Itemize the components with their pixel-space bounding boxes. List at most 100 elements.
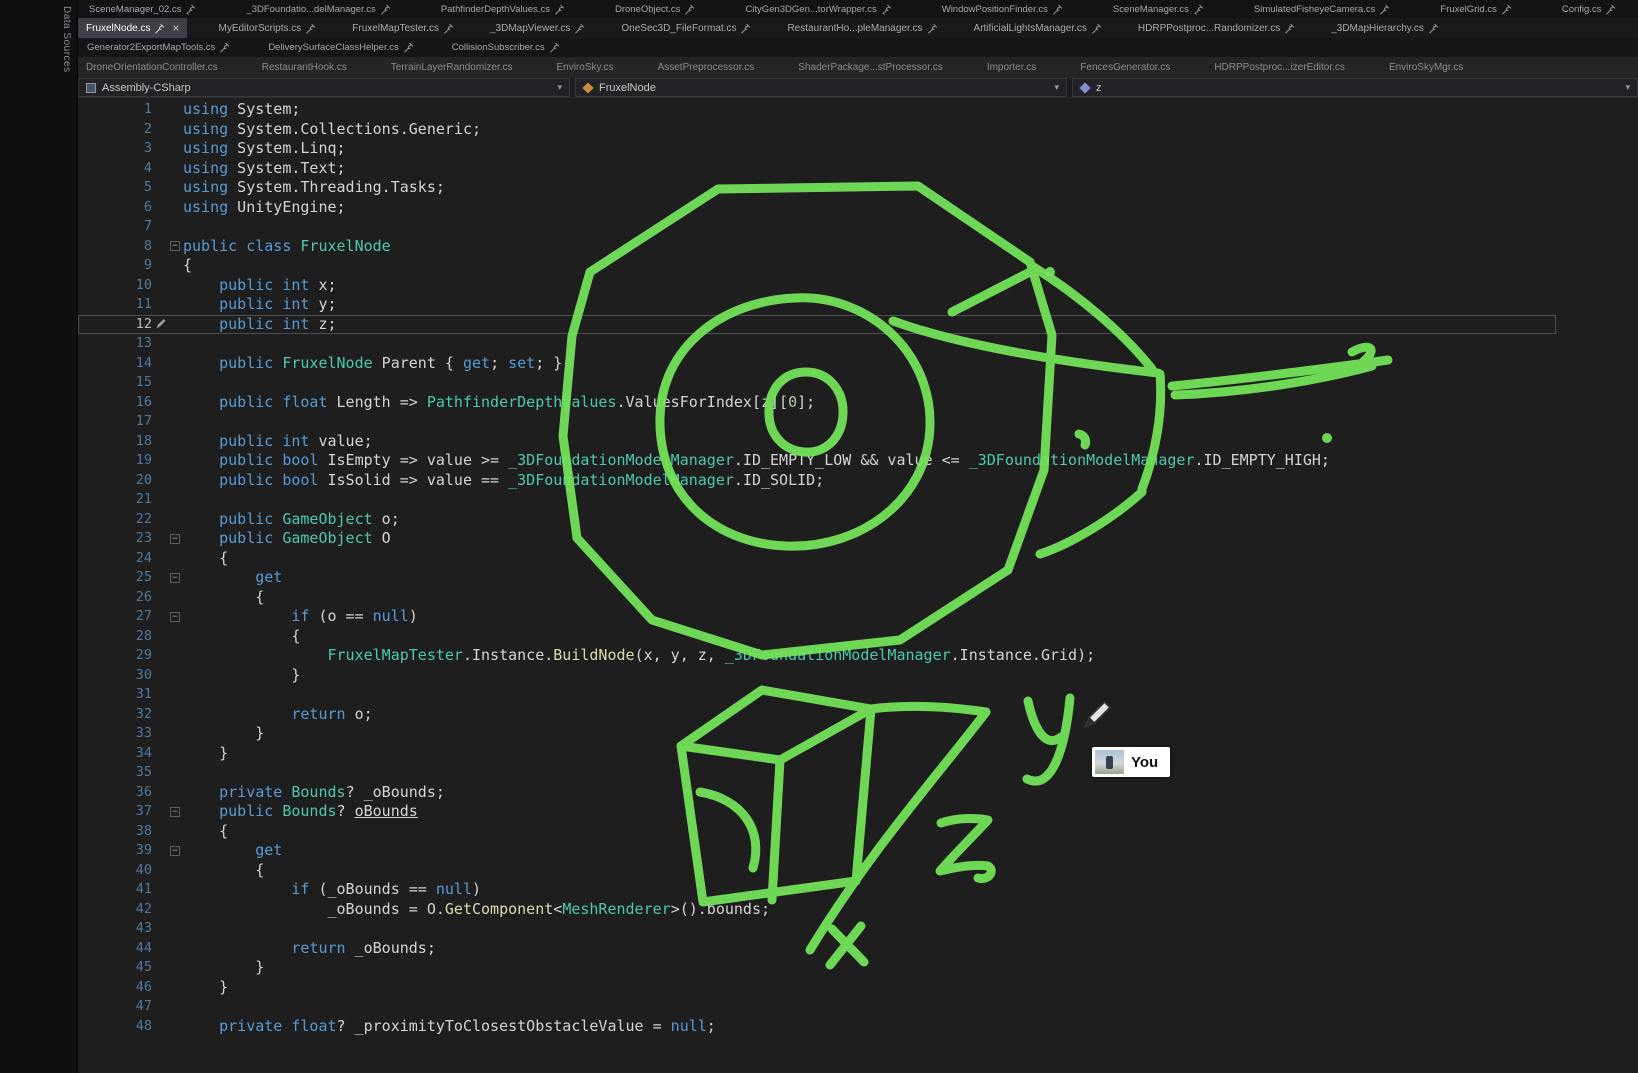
pin-icon[interactable] [1428, 23, 1439, 34]
editor-tab[interactable]: FruxelGrid.cs [1435, 0, 1516, 18]
code-line[interactable]: 41 if (_oBounds == null) [78, 880, 1638, 900]
editor-tab[interactable]: ArtificialLightsManager.cs [969, 18, 1107, 38]
editor-tab[interactable]: RestaurantHo...pleManager.cs [782, 18, 942, 38]
editor-tab[interactable]: SceneManager.cs [1108, 0, 1209, 18]
code-line[interactable]: 38 { [78, 822, 1638, 842]
pin-icon[interactable] [403, 42, 414, 53]
editor-tab[interactable]: HDRPPostproc...Randomizer.cs [1133, 18, 1300, 38]
code-line[interactable]: 26 { [78, 588, 1638, 608]
pin-icon[interactable] [380, 4, 391, 15]
code-line[interactable]: 1using System; [78, 100, 1638, 120]
pin-icon[interactable] [1605, 4, 1616, 15]
fold-toggle-icon[interactable]: − [170, 846, 180, 856]
pin-icon[interactable] [219, 42, 230, 53]
editor-tab[interactable]: SimulatedFisheyeCamera.cs [1249, 0, 1395, 18]
code-line[interactable]: 47 [78, 997, 1638, 1017]
code-line[interactable]: 37− public Bounds? oBounds [78, 802, 1638, 822]
code-line[interactable]: 14 public FruxelNode Parent { get; set; … [78, 354, 1638, 374]
pin-icon[interactable] [1193, 4, 1204, 15]
pin-icon[interactable] [881, 4, 892, 15]
code-line[interactable]: 17 [78, 412, 1638, 432]
fold-toggle-icon[interactable]: − [170, 612, 180, 622]
code-line[interactable]: 23− public GameObject O [78, 529, 1638, 549]
editor-tab[interactable]: DeliverySurfaceClassHelper.cs [263, 38, 418, 57]
close-icon[interactable]: × [172, 22, 179, 34]
editor-tab[interactable]: DroneObject.cs [610, 0, 700, 18]
code-line[interactable]: 15 [78, 373, 1638, 393]
code-line[interactable]: 28 { [78, 627, 1638, 647]
pin-icon[interactable] [740, 23, 751, 34]
editor-tab[interactable]: Config.cs [1557, 0, 1622, 18]
code-line[interactable]: 16 public float Length => PathfinderDept… [78, 393, 1638, 413]
pin-icon[interactable] [574, 23, 585, 34]
code-line[interactable]: 13 [78, 334, 1638, 354]
editor-tab[interactable]: OneSec3D_FileFormat.cs [616, 18, 756, 38]
editor-tab[interactable]: CollisionSubscriber.cs [447, 38, 565, 57]
code-line[interactable]: 27− if (o == null) [78, 607, 1638, 627]
code-line[interactable]: 44 return _oBounds; [78, 939, 1638, 959]
document-tab[interactable]: EnviroSkyMgr.cs [1389, 62, 1463, 73]
fold-toggle-icon[interactable]: − [170, 241, 180, 251]
code-line[interactable]: 31 [78, 685, 1638, 705]
editor-tab[interactable]: _3DMapHierarchy.cs [1326, 18, 1444, 38]
code-line[interactable]: 42 _oBounds = O.GetComponent<MeshRendere… [78, 900, 1638, 920]
code-line[interactable]: 18 public int value; [78, 432, 1638, 452]
document-tab[interactable]: DroneOrientationController.cs [86, 62, 218, 73]
code-line[interactable]: 33 } [78, 724, 1638, 744]
document-tab[interactable]: ShaderPackage...stProcessor.cs [798, 62, 943, 73]
code-line[interactable]: 45 } [78, 958, 1638, 978]
editor-tab[interactable]: _3DMapViewer.cs [485, 18, 590, 38]
code-line[interactable]: 7 [78, 217, 1638, 237]
fold-toggle-icon[interactable]: − [170, 573, 180, 583]
code-editor[interactable]: 1using System;2using System.Collections.… [78, 98, 1638, 1073]
pin-icon[interactable] [549, 42, 560, 53]
code-line[interactable]: 35 [78, 763, 1638, 783]
pin-icon[interactable] [443, 23, 454, 34]
code-line[interactable]: 11 public int y; [78, 295, 1638, 315]
type-dropdown[interactable]: FruxelNode ▾ [575, 78, 1067, 97]
code-line[interactable]: 9{ [78, 256, 1638, 276]
code-line[interactable]: 2using System.Collections.Generic; [78, 120, 1638, 140]
data-sources-panel-tab[interactable]: Data Sources [61, 6, 72, 73]
pin-icon[interactable] [554, 4, 565, 15]
code-line[interactable]: 48 private float? _proximityToClosestObs… [78, 1017, 1638, 1037]
pin-icon[interactable] [1501, 4, 1512, 15]
editor-tab[interactable]: _3DFoundatio...delManager.cs [241, 0, 395, 18]
code-line[interactable]: 12 public int z; [78, 315, 1556, 335]
document-tab[interactable]: EnviroSky.cs [557, 62, 614, 73]
editor-tab[interactable]: FruxelNode.cs × [78, 18, 187, 38]
editor-tab[interactable]: SceneManager_02.cs [84, 0, 201, 18]
editor-tab[interactable]: WindowPositionFinder.cs [937, 0, 1068, 18]
code-line[interactable]: 4using System.Text; [78, 159, 1638, 179]
pin-icon[interactable] [1091, 23, 1102, 34]
code-line[interactable]: 8−public class FruxelNode [78, 237, 1638, 257]
pin-icon[interactable] [305, 23, 316, 34]
project-dropdown[interactable]: Assembly-CSharp ▾ [78, 78, 570, 97]
code-line[interactable]: 21 [78, 490, 1638, 510]
document-tab[interactable]: RestaurantHook.cs [262, 62, 347, 73]
code-line[interactable]: 24 { [78, 549, 1638, 569]
editor-tab[interactable]: PathfinderDepthValues.cs [436, 0, 570, 18]
code-line[interactable]: 19 public bool IsEmpty => value >= _3DFo… [78, 451, 1638, 471]
code-line[interactable]: 39− get [78, 841, 1638, 861]
document-tab[interactable]: TerrainLayerRandomizer.cs [391, 62, 513, 73]
editor-tab[interactable]: MyEditorScripts.cs [213, 18, 321, 38]
fold-toggle-icon[interactable]: − [170, 807, 180, 817]
code-line[interactable]: 40 { [78, 861, 1638, 881]
code-line[interactable]: 25− get [78, 568, 1638, 588]
code-line[interactable]: 6using UnityEngine; [78, 198, 1638, 218]
document-tab[interactable]: FencesGenerator.cs [1080, 62, 1170, 73]
code-line[interactable]: 22 public GameObject o; [78, 510, 1638, 530]
code-line[interactable]: 46 } [78, 978, 1638, 998]
editor-tab[interactable]: CityGen3DGen...torWrapper.cs [740, 0, 896, 18]
pin-icon[interactable] [927, 23, 938, 34]
document-tab[interactable]: HDRPPostproc...izerEditor.cs [1214, 62, 1345, 73]
pin-icon[interactable] [185, 4, 196, 15]
pin-icon[interactable] [154, 23, 165, 34]
code-line[interactable]: 34 } [78, 744, 1638, 764]
pin-icon[interactable] [684, 4, 695, 15]
pin-icon[interactable] [1052, 4, 1063, 15]
fold-toggle-icon[interactable]: − [170, 534, 180, 544]
document-tab[interactable]: AssetPreprocessor.cs [658, 62, 755, 73]
code-line[interactable]: 29 FruxelMapTester.Instance.BuildNode(x,… [78, 646, 1638, 666]
